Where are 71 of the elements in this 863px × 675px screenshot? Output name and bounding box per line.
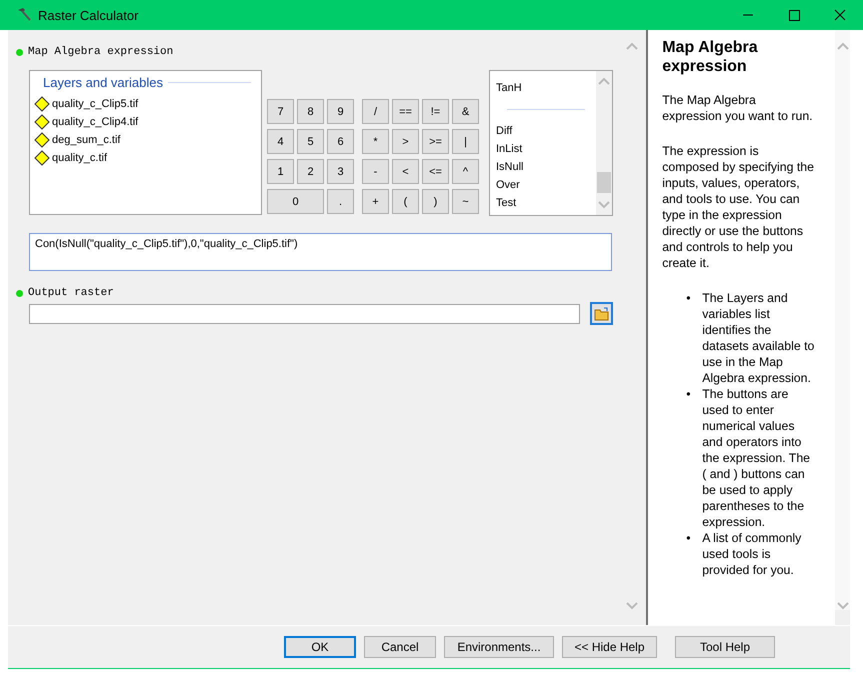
- operator-button[interactable]: <: [392, 159, 419, 184]
- operator-button[interactable]: <=: [422, 159, 449, 184]
- scroll-down-icon[interactable]: [598, 201, 610, 209]
- operator-button[interactable]: (: [392, 189, 419, 214]
- operator-button[interactable]: !=: [422, 99, 449, 124]
- key-button[interactable]: 2: [297, 159, 324, 184]
- folder-icon: [594, 306, 610, 320]
- key-button[interactable]: 1: [267, 159, 294, 184]
- tool-item[interactable]: Diff: [496, 122, 596, 140]
- key-button[interactable]: 9: [327, 99, 354, 124]
- raster-icon: [34, 150, 50, 166]
- help-bullet: The Layers and variables list identifies the datasets available to use in the Map Algebra expression.: [702, 290, 816, 386]
- operator-button[interactable]: /: [362, 99, 389, 124]
- operator-button[interactable]: *: [362, 129, 389, 154]
- operator-button[interactable]: ): [422, 189, 449, 214]
- help-heading: Map Algebra expression: [662, 38, 759, 76]
- key-button[interactable]: 5: [297, 129, 324, 154]
- scroll-down-icon[interactable]: [836, 602, 849, 610]
- dialog-button[interactable]: OK: [284, 636, 356, 658]
- help-bullet: A list of commonly used tools is provided for you.: [702, 530, 802, 578]
- key-button[interactable]: 0: [267, 189, 324, 214]
- scroll-down-icon[interactable]: [626, 602, 638, 610]
- tool-item[interactable]: IsNull: [496, 158, 596, 176]
- operator-button[interactable]: |: [452, 129, 479, 154]
- layer-item[interactable]: deg_sum_c.tif: [34, 131, 261, 149]
- field-label: Output raster: [28, 287, 114, 299]
- operator-button[interactable]: &: [452, 99, 479, 124]
- bullet-mark: •: [686, 290, 692, 307]
- key-button[interactable]: .: [327, 189, 354, 214]
- raster-icon: [34, 132, 50, 148]
- dialog-button[interactable]: Tool Help: [675, 636, 775, 658]
- window-title: Raster Calculator: [38, 8, 138, 22]
- key-button[interactable]: 4: [267, 129, 294, 154]
- list-title: Layers and variables: [43, 75, 163, 90]
- operator-button[interactable]: ^: [452, 159, 479, 184]
- layer-item[interactable]: quality_c_Clip5.tif: [34, 95, 261, 113]
- dialog-button[interactable]: Cancel: [364, 636, 436, 658]
- raster-icon: [34, 96, 50, 112]
- tool-item[interactable]: Over: [496, 176, 596, 194]
- tool-item[interactable]: Test: [496, 194, 596, 212]
- expression-field[interactable]: Con(IsNull("quality_c_Clip5.tif"),0,"quality_c_Clip5.tif"): [29, 233, 612, 271]
- layer-item[interactable]: quality_c.tif: [34, 149, 261, 167]
- raster-icon: [34, 114, 50, 130]
- layer-item[interactable]: quality_c_Clip4.tif: [34, 113, 261, 131]
- operator-button[interactable]: >=: [422, 129, 449, 154]
- scroll-up-icon[interactable]: [836, 42, 849, 50]
- operator-button[interactable]: ==: [392, 99, 419, 124]
- hammer-icon: [16, 7, 32, 23]
- bullet-mark: •: [686, 386, 692, 403]
- operator-button[interactable]: >: [392, 129, 419, 154]
- help-bullet: The buttons are used to enter numerical values and operators into the expression. The ( and ) buttons can be used to apply parentheses to the expression.: [702, 386, 811, 530]
- key-button[interactable]: 6: [327, 129, 354, 154]
- field-label: Map Algebra expression: [28, 46, 174, 58]
- operator-button[interactable]: -: [362, 159, 389, 184]
- tool-item[interactable]: TanH: [496, 79, 596, 97]
- bullet-mark: •: [686, 530, 692, 547]
- help-paragraph: The expression is composed by specifying the inputs, values, operators, and tools to use. You can type in the expression directly or use the buttons and controls to help you create it.: [662, 143, 815, 271]
- dialog-button[interactable]: Environments...: [444, 636, 554, 658]
- tool-item[interactable]: InList: [496, 140, 596, 158]
- help-paragraph: The Map Algebra expression you want to run.: [662, 92, 814, 124]
- scroll-up-icon[interactable]: [598, 77, 610, 85]
- operator-button[interactable]: +: [362, 189, 389, 214]
- dialog-button[interactable]: << Hide Help: [562, 636, 657, 658]
- key-button[interactable]: 3: [327, 159, 354, 184]
- key-button[interactable]: 7: [267, 99, 294, 124]
- operator-button[interactable]: ~: [452, 189, 479, 214]
- key-button[interactable]: 8: [297, 99, 324, 124]
- browse-button[interactable]: [590, 302, 613, 325]
- scroll-thumb[interactable]: [597, 172, 611, 193]
- scroll-up-icon[interactable]: [626, 42, 638, 50]
- output-field[interactable]: [29, 304, 580, 324]
